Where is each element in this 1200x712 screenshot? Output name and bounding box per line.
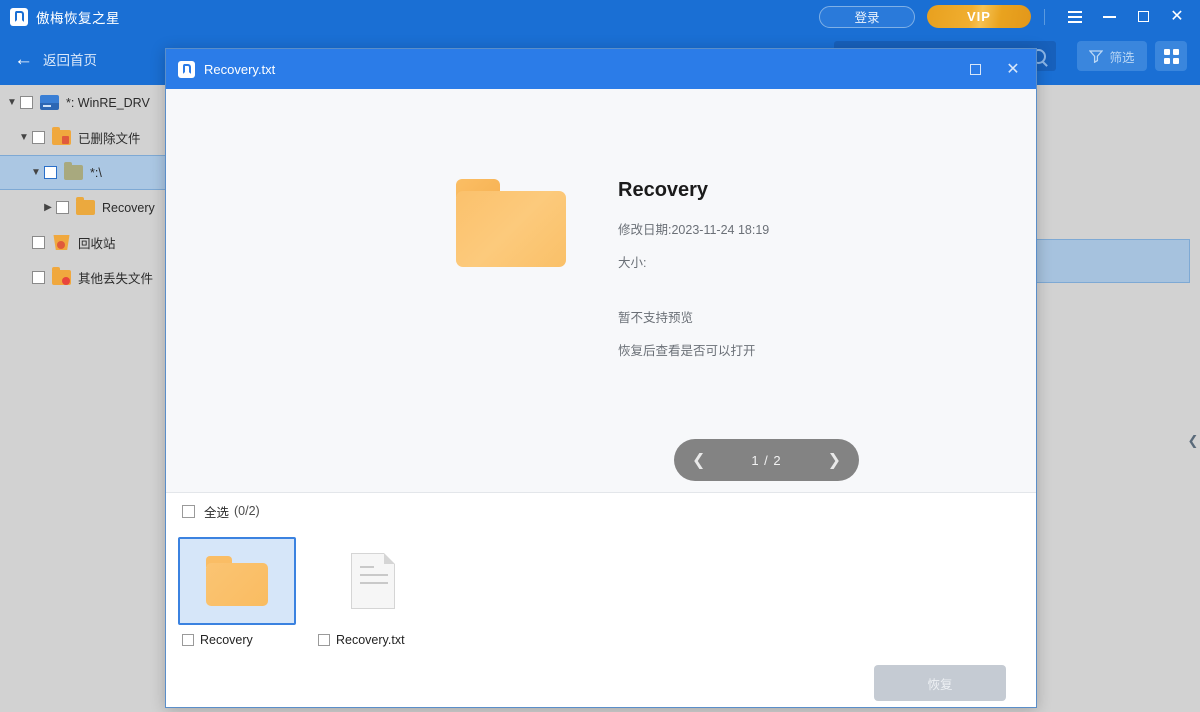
chevron-down-icon[interactable]: ▼ (16, 132, 32, 143)
chevron-right-icon[interactable]: ▶ (40, 202, 56, 213)
thumbnail-item-recovery[interactable]: Recovery (178, 537, 298, 647)
tree-checkbox[interactable] (32, 271, 45, 284)
sidebar-item-winre-drv[interactable]: ▼ *: WinRE_DRV (0, 85, 168, 120)
chevron-left-icon[interactable]: ❮ (692, 450, 705, 470)
folder-icon (456, 179, 566, 267)
divider (1044, 9, 1045, 25)
sidebar-item-label: 其他丢失文件 (78, 268, 153, 287)
sidebar-item-label: Recovery (102, 201, 155, 215)
other-lost-files-icon (52, 270, 71, 285)
folder-icon (206, 556, 268, 606)
chevron-left-icon[interactable]: ❮ (1188, 430, 1198, 452)
file-metadata: Recovery 修改日期:2023-11-24 18:19 大小: 暂不支持预… (618, 179, 769, 373)
close-button[interactable]: ✕ (1160, 0, 1194, 33)
maximize-icon (1138, 11, 1149, 22)
text-document-icon (351, 553, 395, 609)
preview-pager: ❮ 1 / 2 ❯ (674, 439, 859, 481)
preview-modified-date: 修改日期:2023-11-24 18:19 (618, 219, 769, 238)
grid-view-icon (1164, 49, 1179, 64)
app-brand: 傲梅恢复之星 (0, 7, 120, 27)
sidebar-item-label: 已删除文件 (78, 128, 141, 147)
grid-view-button[interactable] (1155, 41, 1187, 71)
thumbnail-label: Recovery.txt (336, 633, 405, 647)
deleted-folder-icon (52, 130, 71, 145)
tree-checkbox[interactable] (32, 131, 45, 144)
login-button[interactable]: 登录 (819, 6, 915, 28)
select-all-checkbox[interactable] (182, 505, 195, 518)
tree-checkbox[interactable] (20, 96, 33, 109)
folder-yellow-icon (76, 200, 95, 215)
filter-button[interactable]: 筛选 (1077, 41, 1147, 71)
list-item[interactable] (1031, 239, 1190, 283)
select-all-row[interactable]: 全选 (0/2) (166, 493, 1036, 529)
sidebar-item-recycle-bin[interactable]: ▶ 回收站 (0, 225, 168, 260)
sidebar-item-other-lost-files[interactable]: ▶ 其他丢失文件 (0, 260, 168, 295)
maximize-button[interactable] (1126, 0, 1160, 33)
sidebar-item-recovery[interactable]: ▶ Recovery (0, 190, 168, 225)
preview-hint: 恢复后查看是否可以打开 (618, 340, 769, 359)
main-title-bar: 傲梅恢复之星 登录 VIP ✕ (0, 0, 1200, 33)
preview-unsupported-note: 暂不支持预览 (618, 307, 769, 326)
preview-area: Recovery 修改日期:2023-11-24 18:19 大小: 暂不支持预… (166, 89, 1036, 493)
preview-file-name: Recovery (618, 179, 769, 202)
back-to-home-label: 返回首页 (43, 49, 97, 69)
title-bar-actions: 登录 VIP ✕ (819, 0, 1200, 33)
sidebar-item-label: *: WinRE_DRV (66, 96, 150, 110)
close-icon: ✕ (1006, 59, 1019, 79)
sidebar-item-label: *:\ (90, 166, 102, 180)
sidebar-item-deleted-files[interactable]: ▼ 已删除文件 (0, 120, 168, 155)
sidebar-tree: ▼ *: WinRE_DRV ▼ 已删除文件 ▼ *:\ ▶ Recovery … (0, 85, 168, 712)
dialog-close-button[interactable]: ✕ (994, 49, 1032, 89)
minimize-button[interactable] (1092, 0, 1126, 33)
dialog-footer: 恢复 (166, 647, 1036, 712)
app-logo-icon (10, 8, 28, 26)
vip-button[interactable]: VIP (927, 5, 1031, 28)
file-preview-logo-icon (178, 61, 195, 78)
back-to-home-button[interactable]: ← 返回首页 (0, 49, 97, 69)
filter-label: 筛选 (1109, 47, 1134, 66)
chevron-right-icon[interactable]: ❯ (828, 450, 841, 470)
thumbnail-checkbox[interactable] (318, 634, 330, 646)
maximize-icon (970, 64, 981, 75)
thumbnail-label: Recovery (200, 633, 253, 647)
dialog-maximize-button[interactable] (956, 49, 994, 89)
folder-olive-icon (64, 165, 83, 180)
preview-size: 大小: (618, 252, 769, 271)
tree-checkbox[interactable] (44, 166, 57, 179)
chevron-down-icon[interactable]: ▼ (28, 167, 44, 178)
restore-button[interactable]: 恢复 (874, 665, 1006, 701)
drive-icon (40, 95, 59, 110)
sidebar-item-root-path[interactable]: ▼ *:\ (0, 155, 168, 190)
menu-button[interactable] (1058, 0, 1092, 33)
select-all-label: 全选 (204, 502, 229, 521)
dialog-title: Recovery.txt (204, 62, 275, 77)
thumbnail-image[interactable] (314, 537, 432, 625)
hamburger-icon (1068, 11, 1082, 23)
thumbnail-checkbox[interactable] (182, 634, 194, 646)
chevron-down-icon[interactable]: ▼ (4, 97, 20, 108)
funnel-icon (1089, 49, 1103, 63)
sidebar-item-label: 回收站 (78, 233, 116, 252)
application-window: 傲梅恢复之星 登录 VIP ✕ ← 返回首页 (0, 0, 1200, 712)
thumbnail-list: Recovery Recovery.txt (166, 529, 1036, 647)
dialog-window-controls: ✕ (956, 49, 1032, 89)
dialog-title-bar: Recovery.txt ✕ (166, 49, 1036, 89)
selected-count: (0/2) (234, 504, 260, 518)
close-icon: ✕ (1170, 9, 1183, 25)
thumbnail-image[interactable] (178, 537, 296, 625)
app-title: 傲梅恢复之星 (36, 7, 120, 27)
pager-position: 1 / 2 (751, 453, 781, 468)
minimize-icon (1103, 16, 1116, 18)
tree-checkbox[interactable] (32, 236, 45, 249)
tree-checkbox[interactable] (56, 201, 69, 214)
recycle-bin-icon (52, 235, 71, 250)
arrow-left-icon: ← (14, 50, 33, 69)
file-preview-dialog: Recovery.txt ✕ Recovery 修改日期:2023-11-24 … (165, 48, 1037, 708)
thumbnail-item-recovery-txt[interactable]: Recovery.txt (314, 537, 434, 647)
